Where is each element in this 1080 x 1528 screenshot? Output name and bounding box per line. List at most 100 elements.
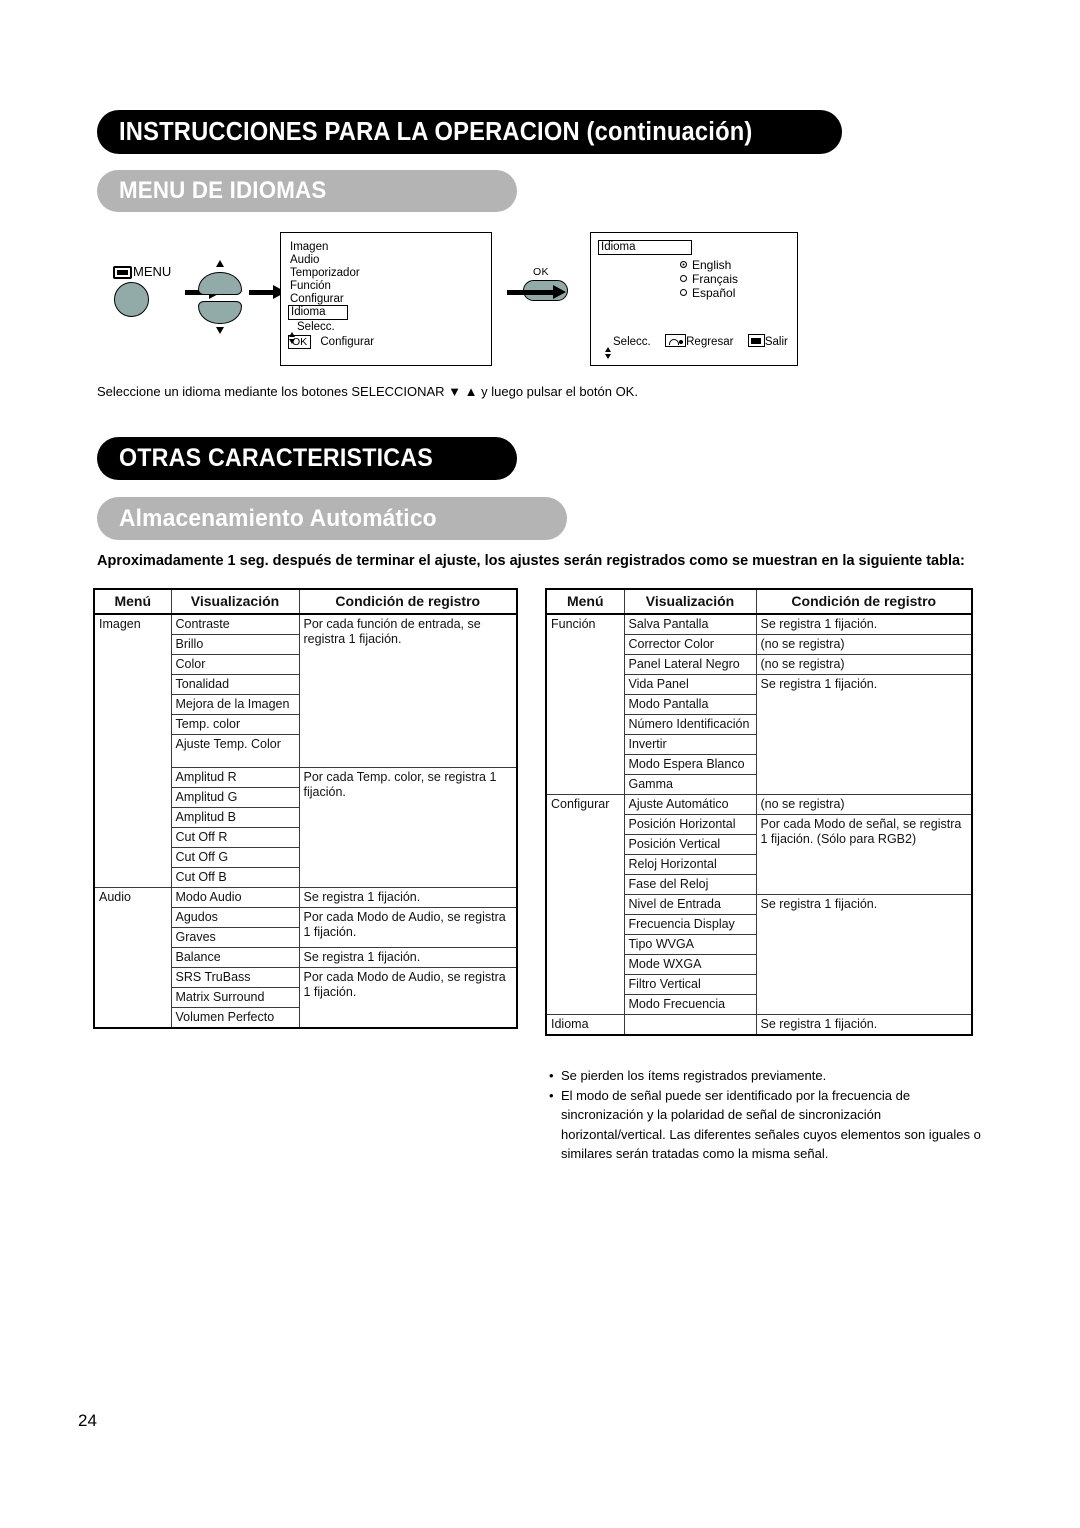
cell-display bbox=[623, 1014, 757, 1036]
osd-language-screen: Idioma English Français Español Selecc. … bbox=[590, 232, 798, 366]
cell-condition: (no se registra) bbox=[755, 634, 973, 655]
section-heading-language-menu-text: MENU DE IDIOMAS bbox=[119, 177, 327, 204]
page-heading-text: INSTRUCCIONES PARA LA OPERACION (continu… bbox=[119, 117, 753, 146]
triangle-down-icon bbox=[216, 327, 224, 334]
cell-display: Modo Frecuencia bbox=[623, 994, 757, 1015]
cell-condition: Por cada Modo de señal, se registra 1 fi… bbox=[755, 814, 973, 895]
footnotes-list: Se pierden los ítems registrados previam… bbox=[548, 1066, 988, 1164]
osd-language-option-francais: Français bbox=[680, 272, 738, 286]
section-heading-other-features: OTRAS CARACTERISTICAS bbox=[97, 437, 517, 480]
cell-display: Invertir bbox=[623, 734, 757, 755]
triangle-up-icon bbox=[216, 260, 224, 267]
section-heading-auto-storage-text: Almacenamiento Automático bbox=[119, 504, 437, 532]
select-up-key bbox=[198, 272, 242, 295]
cell-display: Agudos bbox=[170, 907, 300, 928]
language-menu-flow-diagram: MENU Imagen Audio Temporizador Función C… bbox=[97, 228, 977, 368]
language-select-caption: Seleccione un idioma mediante los botone… bbox=[97, 384, 638, 399]
cell-display: SRS TruBass bbox=[170, 967, 300, 988]
return-icon bbox=[665, 334, 687, 347]
cell-condition: Se registra 1 fijación. bbox=[755, 894, 973, 1015]
header-menu: Menú bbox=[93, 588, 172, 615]
cell-menu: Función bbox=[545, 613, 625, 795]
cell-display: Volumen Perfecto bbox=[170, 1007, 300, 1029]
osd-language-option-espanol: Español bbox=[680, 286, 735, 300]
cell-display: Amplitud B bbox=[170, 807, 300, 828]
osd-hint-ok-action: Configurar bbox=[320, 336, 375, 349]
cell-condition: (no se registra) bbox=[755, 794, 973, 815]
radio-unselected-icon bbox=[680, 289, 687, 296]
cell-display: Graves bbox=[170, 927, 300, 948]
cell-condition: Se registra 1 fijación. bbox=[298, 887, 518, 908]
cell-display: Balance bbox=[170, 947, 300, 968]
cell-condition: Por cada Temp. color, se registra 1 fija… bbox=[298, 767, 518, 888]
table-row: Imagen Contraste Por cada función de ent… bbox=[93, 613, 518, 888]
select-down-key bbox=[198, 301, 242, 324]
cell-display: Contraste bbox=[170, 613, 300, 635]
cell-menu: Configurar bbox=[545, 794, 625, 1015]
cell-display: Salva Pantalla bbox=[623, 613, 757, 635]
table-row: Idioma Se registra 1 fijación. bbox=[545, 1014, 973, 1036]
header-condition: Condición de registro bbox=[298, 588, 518, 615]
cell-display: Temp. color bbox=[170, 714, 300, 735]
cell-display: Posición Vertical bbox=[623, 834, 757, 855]
cell-display: Brillo bbox=[170, 634, 300, 655]
table-row: Función Salva Pantalla Se registra 1 fij… bbox=[545, 613, 973, 795]
cell-menu: Audio bbox=[93, 887, 172, 1029]
flow-arrow-3-icon bbox=[507, 285, 569, 300]
section-heading-language-menu: MENU DE IDIOMAS bbox=[97, 170, 517, 212]
registration-table-left: Menú Visualización Condición de registro… bbox=[93, 588, 518, 1029]
cell-display: Mejora de la Imagen bbox=[170, 694, 300, 715]
page-heading-banner: INSTRUCCIONES PARA LA OPERACION (continu… bbox=[97, 110, 842, 154]
osd-item-imagen: Imagen bbox=[290, 241, 329, 253]
table-row: Configurar Ajuste Automático (no se regi… bbox=[545, 794, 973, 1015]
cell-display: Número Identificación bbox=[623, 714, 757, 735]
cell-display: Vida Panel bbox=[623, 674, 757, 695]
ok-button-label: OK bbox=[533, 266, 549, 278]
cell-display: Matrix Surround bbox=[170, 987, 300, 1008]
cell-condition: Se registra 1 fijación. bbox=[298, 947, 518, 968]
select-rocker-illustration bbox=[194, 258, 246, 336]
cell-display: Tipo WVGA bbox=[623, 934, 757, 955]
footnote-item: Se pierden los ítems registrados previam… bbox=[548, 1066, 988, 1086]
cell-display: Nivel de Entrada bbox=[623, 894, 757, 915]
cell-condition: Se registra 1 fijación. bbox=[755, 1014, 973, 1036]
ok-key-icon: OK bbox=[288, 335, 312, 349]
table-header-row: Menú Visualización Condición de registro bbox=[93, 588, 518, 615]
radio-unselected-icon bbox=[680, 275, 687, 282]
cell-display: Corrector Color bbox=[623, 634, 757, 655]
header-condition: Condición de registro bbox=[755, 588, 973, 615]
osd-item-temporizador: Temporizador bbox=[290, 267, 360, 279]
cell-menu: Imagen bbox=[93, 613, 172, 888]
osd-hint-select: Selecc. bbox=[289, 321, 335, 344]
menu-button-circle bbox=[114, 282, 149, 317]
osd-language-title: Idioma bbox=[598, 240, 692, 255]
cell-display: Modo Audio bbox=[170, 887, 300, 908]
cell-condition: Por cada Modo de Audio, se registra 1 fi… bbox=[298, 967, 518, 1029]
menu-button-label: MENU bbox=[133, 264, 172, 279]
osd-item-audio: Audio bbox=[290, 254, 320, 266]
cell-display: Cut Off G bbox=[170, 847, 300, 868]
cell-display: Mode WXGA bbox=[623, 954, 757, 975]
cell-display: Reloj Horizontal bbox=[623, 854, 757, 875]
cell-display: Ajuste Temp. Color bbox=[170, 734, 300, 768]
cell-display: Gamma bbox=[623, 774, 757, 795]
table-header-row: Menú Visualización Condición de registro bbox=[545, 588, 973, 615]
cell-condition: Por cada función de entrada, se registra… bbox=[298, 613, 518, 768]
osd-language-option-english: English bbox=[680, 258, 731, 272]
section-heading-auto-storage: Almacenamiento Automático bbox=[97, 497, 567, 540]
cell-display: Cut Off R bbox=[170, 827, 300, 848]
registration-table-right: Menú Visualización Condición de registro… bbox=[545, 588, 973, 1036]
radio-selected-icon bbox=[680, 261, 687, 268]
cell-condition: Por cada Modo de Audio, se registra 1 fi… bbox=[298, 907, 518, 948]
cell-display: Amplitud G bbox=[170, 787, 300, 808]
section-heading-other-features-text: OTRAS CARACTERISTICAS bbox=[119, 444, 433, 472]
cell-display: Amplitud R bbox=[170, 767, 300, 788]
cell-display: Color bbox=[170, 654, 300, 675]
osd-main-menu-screen: Imagen Audio Temporizador Función Config… bbox=[280, 232, 492, 366]
header-display: Visualización bbox=[623, 588, 757, 615]
cell-condition: (no se registra) bbox=[755, 654, 973, 675]
cell-display: Fase del Reloj bbox=[623, 874, 757, 895]
cell-display: Cut Off B bbox=[170, 867, 300, 888]
cell-display: Modo Espera Blanco bbox=[623, 754, 757, 775]
cell-display: Tonalidad bbox=[170, 674, 300, 695]
